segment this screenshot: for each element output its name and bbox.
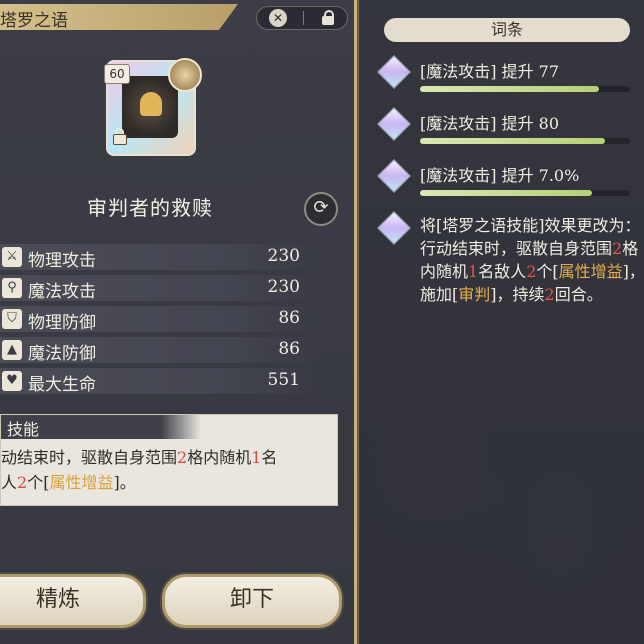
- affix-text: [魔法攻击] 提升 80: [420, 114, 560, 133]
- skill-text-part: 人: [1, 473, 18, 492]
- item-detail-panel: 塔罗之语 ✕ 60 审判者的救赎 ⟳ ⚔ 物理攻击 230 ⚲ 魔法攻击 230…: [0, 0, 357, 644]
- divider: [303, 11, 304, 25]
- skill-number: 2: [177, 448, 188, 467]
- crystal-icon: [377, 159, 411, 193]
- crystal-icon: [377, 211, 411, 245]
- stat-value: 230: [267, 277, 300, 297]
- stat-row: ⚲ 魔法攻击 230: [0, 275, 320, 302]
- desc-number: 2: [526, 262, 537, 281]
- desc-part: 将[塔罗之语技能]效果更改为：行动结束时，驱散自身范围: [420, 216, 641, 258]
- set-title: 塔罗之语: [0, 11, 68, 31]
- wand-icon: ⚲: [2, 278, 22, 298]
- affix-progress-fill: [420, 190, 593, 196]
- stat-label: 最大生命: [28, 375, 96, 395]
- stat-row: ⛉ 物理防御 86: [0, 306, 320, 333]
- stat-label: 魔法防御: [28, 344, 96, 364]
- affix-description: 将[塔罗之语技能]效果更改为：行动结束时，驱散自身范围2格内随机1名敌人2个[属…: [420, 214, 644, 306]
- skill-heading: 技能: [1, 415, 201, 439]
- desc-number: 1: [468, 262, 479, 281]
- stat-row: ♥ 最大生命 551: [0, 368, 320, 395]
- bell-icon: [140, 92, 162, 116]
- skill-buff-keyword: 属性增益: [49, 473, 114, 492]
- stat-label: 物理防御: [28, 313, 96, 333]
- skill-text-part: 动结束时，驱散自身范围: [1, 448, 178, 467]
- affix-progress-bar: [420, 86, 630, 92]
- crystal-icon: [377, 55, 411, 89]
- skill-number: 1: [251, 448, 262, 467]
- item-name: 审判者的救赎: [87, 196, 213, 220]
- desc-part: 个[: [536, 262, 559, 281]
- card-lock-icon: [112, 128, 127, 145]
- shield-icon: ⛉: [2, 309, 22, 329]
- affix-text: [魔法攻击] 提升 7.0%: [420, 166, 580, 185]
- affix-progress-bar: [420, 190, 630, 196]
- affix-text: [魔法攻击] 提升 77: [420, 62, 560, 81]
- item-art: [122, 76, 178, 138]
- affix-panel: 词条 [魔法攻击] 提升 77 [魔法攻击] 提升 80 [魔法攻击] 提升 7…: [360, 0, 644, 644]
- desc-part: 回合。: [554, 285, 603, 304]
- stat-row: ⚔ 物理攻击 230: [0, 244, 320, 271]
- skill-box: 技能 动结束时，驱散自身范围2格内随机1名 人2个[属性增益]。: [0, 414, 338, 506]
- title-actions: ✕: [256, 6, 348, 30]
- wizard-hat-icon: ▲: [2, 340, 22, 360]
- stat-value: 86: [278, 339, 300, 359]
- desc-judgment-keyword: 审判: [458, 285, 491, 304]
- sword-icon: ⚔: [2, 247, 22, 267]
- stat-value: 551: [267, 370, 300, 390]
- desc-buff-keyword: 属性增益: [558, 262, 623, 281]
- lock-icon[interactable]: [321, 10, 335, 26]
- skill-text-part: 名: [261, 448, 278, 467]
- desc-number: 2: [612, 239, 623, 258]
- skill-text-part: 个[: [27, 473, 50, 492]
- stat-value: 86: [278, 308, 300, 328]
- close-icon[interactable]: ✕: [269, 9, 287, 27]
- stat-label: 物理攻击: [28, 251, 96, 271]
- affix-progress-fill: [420, 86, 599, 92]
- stat-value: 230: [267, 246, 300, 266]
- skill-number: 2: [17, 473, 28, 492]
- crystal-icon: [377, 107, 411, 141]
- desc-number: 2: [544, 285, 555, 304]
- heart-icon: ♥: [2, 371, 22, 391]
- skill-text-part: ]。: [113, 473, 136, 492]
- stats-list: ⚔ 物理攻击 230 ⚲ 魔法攻击 230 ⛉ 物理防御 86 ▲ 魔法防御 8…: [0, 244, 320, 399]
- unequip-button[interactable]: 卸下: [162, 574, 342, 628]
- affix-title: 词条: [384, 18, 630, 42]
- desc-part: 名敌人: [478, 262, 527, 281]
- level-badge: 60: [104, 64, 130, 84]
- stat-label: 魔法攻击: [28, 282, 96, 302]
- refresh-button[interactable]: ⟳: [304, 192, 338, 226]
- stat-row: ▲ 魔法防御 86: [0, 337, 320, 364]
- skill-description: 动结束时，驱散自身范围2格内随机1名 人2个[属性增益]。: [1, 445, 331, 495]
- skill-text-part: 格内随机: [187, 448, 252, 467]
- skill-heading-text: 技能: [7, 420, 40, 439]
- desc-part: ]，持续: [490, 285, 545, 304]
- refine-button[interactable]: 精炼: [0, 574, 146, 628]
- affix-progress-bar: [420, 138, 630, 144]
- affix-progress-fill: [420, 138, 605, 144]
- character-avatar-icon: [168, 58, 202, 92]
- title-bar: 塔罗之语 ✕: [0, 4, 350, 31]
